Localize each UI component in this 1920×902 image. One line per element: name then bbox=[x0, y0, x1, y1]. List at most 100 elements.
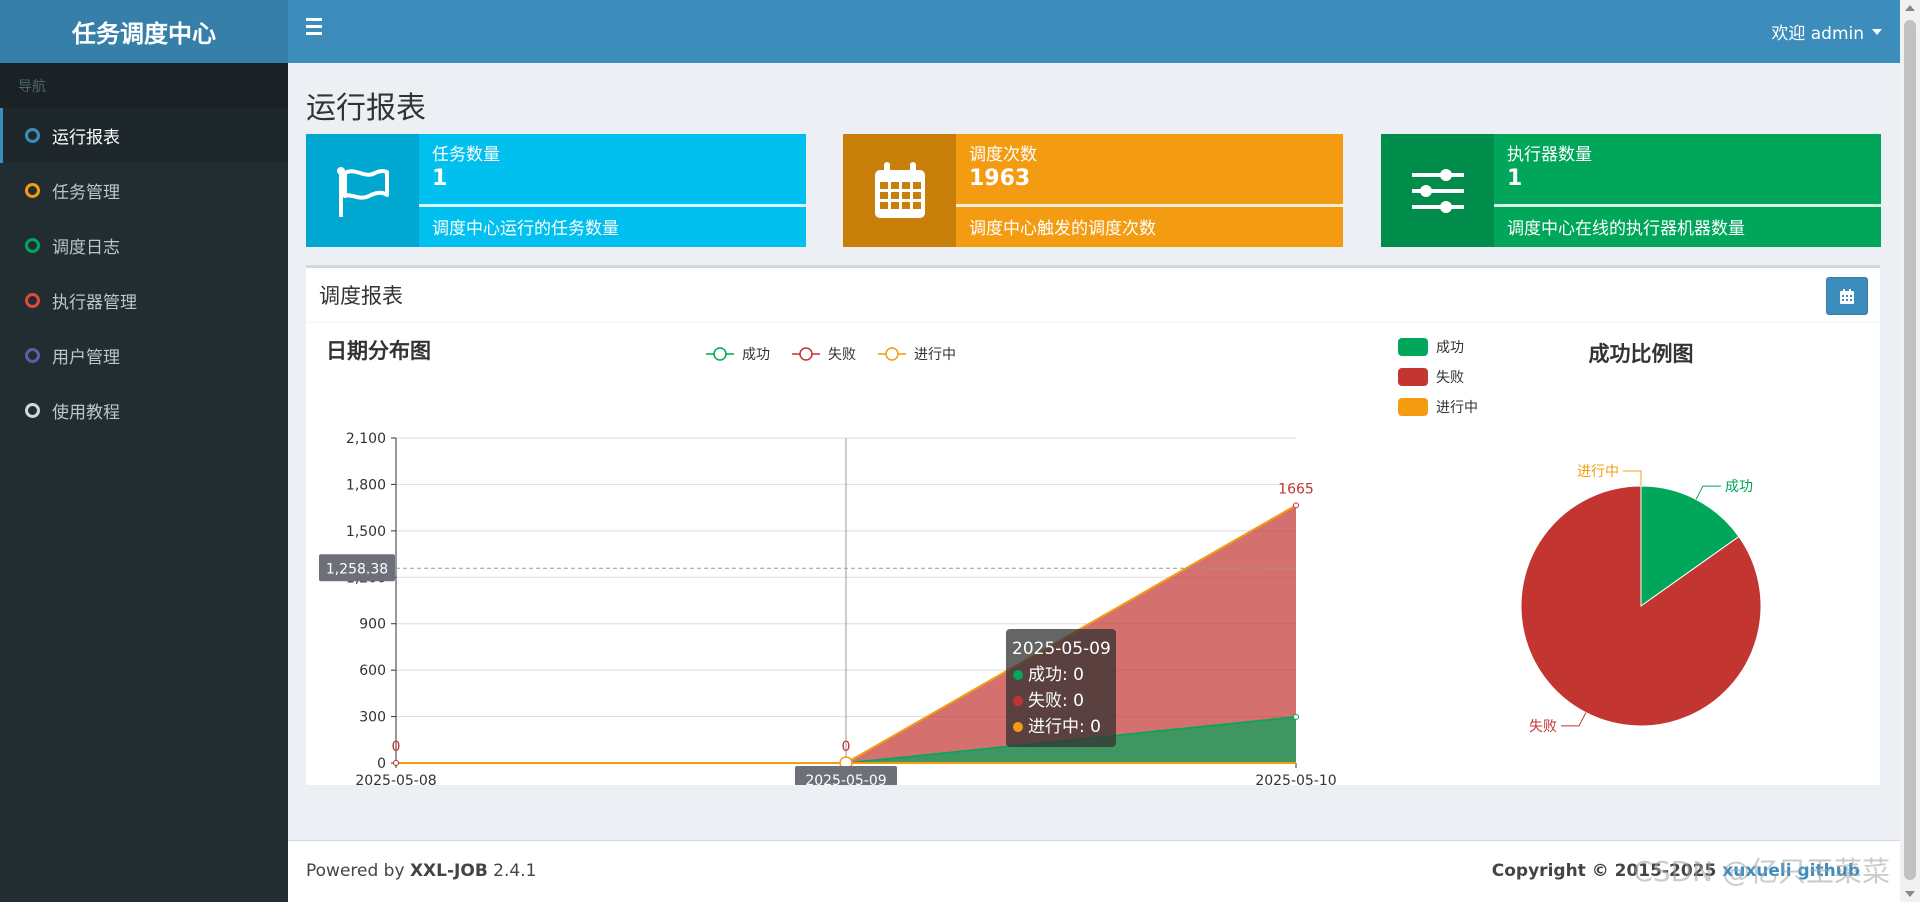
stat-value: 1963 bbox=[969, 166, 1031, 191]
powered-by-text: Powered by bbox=[306, 861, 410, 881]
scroll-down-icon[interactable] bbox=[1905, 891, 1915, 897]
sidebar-item-logs[interactable]: 调度日志 bbox=[0, 218, 288, 273]
stat-box-triggers: 调度次数 1963 调度中心触发的调度次数 bbox=[843, 134, 1343, 247]
circle-icon bbox=[25, 238, 40, 253]
legend-marker bbox=[713, 347, 727, 361]
tooltip-marker bbox=[1013, 696, 1023, 706]
tooltip-date: 2025-05-09 bbox=[1012, 639, 1111, 659]
axis-pointer-y-label: 1,258.38 bbox=[326, 561, 388, 577]
legend-label: 进行中 bbox=[1436, 400, 1478, 416]
chart-title: 成功比例图 bbox=[1589, 342, 1694, 366]
watermark: CSDN @亿只王菜菜 bbox=[1633, 855, 1890, 888]
sidebar-item-users[interactable]: 用户管理 bbox=[0, 328, 288, 383]
pie-label: 成功 bbox=[1725, 479, 1753, 495]
app-logo[interactable]: 任务调度中心 bbox=[0, 0, 288, 63]
y-tick-label: 0 bbox=[377, 756, 386, 772]
tooltip-marker bbox=[1013, 722, 1023, 732]
calendar-icon bbox=[1840, 288, 1854, 304]
sidebar-item-report[interactable]: 运行报表 bbox=[0, 108, 288, 163]
legend-label: 进行中 bbox=[914, 347, 956, 363]
y-tick-label: 600 bbox=[359, 663, 386, 679]
caret-down-icon bbox=[1872, 28, 1882, 35]
welcome-text: 欢迎 admin bbox=[1771, 24, 1864, 44]
circle-icon bbox=[25, 403, 40, 418]
sliders-icon bbox=[1381, 134, 1494, 247]
y-tick-label: 1,500 bbox=[346, 524, 386, 540]
axis-pointer-x-label: 2025-05-09 bbox=[805, 773, 886, 785]
sidebar: 任务调度中心 导航 运行报表 任务管理 调度日志 执行器管理 用户管理 使用教程 bbox=[0, 0, 288, 902]
footer-powered: Powered by XXL-JOB 2.4.1 bbox=[306, 861, 536, 881]
calendar-icon bbox=[843, 134, 956, 247]
legend-label: 失败 bbox=[1436, 370, 1464, 386]
pie-label: 失败 bbox=[1529, 719, 1557, 735]
sidebar-item-label: 任务管理 bbox=[52, 183, 120, 203]
sidebar-item-executors[interactable]: 执行器管理 bbox=[0, 273, 288, 328]
stat-description: 调度中心触发的调度次数 bbox=[969, 219, 1156, 239]
stat-label: 调度次数 bbox=[969, 145, 1037, 165]
stat-divider bbox=[419, 204, 806, 207]
stat-box-executors: 执行器数量 1 调度中心在线的执行器机器数量 bbox=[1381, 134, 1881, 247]
y-tick-label: 300 bbox=[359, 710, 386, 726]
legend-label: 成功 bbox=[1436, 340, 1464, 356]
hamburger-icon[interactable] bbox=[306, 18, 328, 40]
pie-label: 进行中 bbox=[1577, 464, 1619, 480]
chart-title: 日期分布图 bbox=[326, 339, 431, 363]
data-point bbox=[1293, 713, 1299, 720]
sidebar-item-label: 使用教程 bbox=[52, 403, 120, 423]
date-range-button[interactable] bbox=[1826, 277, 1868, 315]
data-point bbox=[1293, 502, 1299, 509]
product-name: XXL-JOB bbox=[409, 861, 488, 881]
stat-value: 1 bbox=[1507, 166, 1523, 191]
x-tick-label: 2025-05-08 bbox=[355, 773, 436, 785]
y-tick-label: 900 bbox=[359, 617, 386, 633]
point-label: 0 bbox=[392, 739, 401, 755]
pie-leader-line bbox=[1695, 485, 1721, 500]
stat-divider bbox=[1494, 204, 1881, 207]
legend-marker bbox=[799, 347, 813, 361]
stat-value: 1 bbox=[432, 166, 448, 191]
report-charts: 日期分布图成功失败进行中03006009001,2001,5001,8002,1… bbox=[319, 338, 1762, 785]
legend-swatch bbox=[1398, 398, 1428, 416]
stat-box-jobs: 任务数量 1 调度中心运行的任务数量 bbox=[306, 134, 806, 247]
stat-description: 调度中心运行的任务数量 bbox=[432, 219, 619, 239]
circle-icon bbox=[25, 183, 40, 198]
point-label: 0 bbox=[842, 739, 851, 755]
version-text: 2.4.1 bbox=[487, 861, 537, 881]
flag-icon bbox=[306, 134, 419, 247]
sidebar-item-label: 执行器管理 bbox=[52, 293, 137, 313]
sidebar-item-label: 运行报表 bbox=[52, 128, 120, 148]
tooltip-row: 失败: 0 bbox=[1028, 691, 1084, 711]
legend-swatch bbox=[1398, 368, 1428, 386]
user-menu[interactable]: 欢迎 admin bbox=[1771, 0, 1882, 63]
stat-label: 执行器数量 bbox=[1507, 145, 1592, 165]
stat-label: 任务数量 bbox=[432, 145, 500, 165]
nav-header: 导航 bbox=[0, 63, 288, 108]
scroll-up-icon[interactable] bbox=[1905, 5, 1915, 11]
scrollbar-thumb[interactable] bbox=[1904, 20, 1916, 880]
legend-label: 成功 bbox=[742, 347, 770, 363]
pie-leader-line bbox=[1623, 470, 1642, 486]
sidebar-item-jobs[interactable]: 任务管理 bbox=[0, 163, 288, 218]
legend-marker bbox=[885, 347, 899, 361]
circle-icon bbox=[25, 293, 40, 308]
page-title: 运行报表 bbox=[306, 91, 426, 126]
scrollbar[interactable] bbox=[1900, 0, 1920, 902]
sidebar-item-label: 用户管理 bbox=[52, 348, 120, 368]
tooltip-row: 进行中: 0 bbox=[1028, 717, 1101, 737]
legend-swatch bbox=[1398, 338, 1428, 356]
pie-leader-line bbox=[1561, 712, 1587, 727]
stat-description: 调度中心在线的执行器机器数量 bbox=[1507, 219, 1745, 239]
sidebar-item-label: 调度日志 bbox=[52, 238, 120, 258]
tooltip-row: 成功: 0 bbox=[1028, 665, 1084, 685]
point-label: 1665 bbox=[1278, 481, 1314, 497]
data-point bbox=[393, 760, 399, 766]
x-tick-label: 2025-05-10 bbox=[1255, 773, 1336, 785]
stat-divider bbox=[956, 204, 1343, 207]
circle-icon bbox=[25, 128, 40, 143]
top-navbar: 欢迎 admin bbox=[288, 0, 1900, 63]
legend-label: 失败 bbox=[828, 347, 856, 363]
y-tick-label: 1,800 bbox=[346, 477, 386, 493]
report-title: 调度报表 bbox=[319, 284, 403, 308]
report-panel: 调度报表 日期分布图成功失败进行中03006009001,2001,5001,8… bbox=[306, 265, 1880, 785]
sidebar-item-help[interactable]: 使用教程 bbox=[0, 383, 288, 438]
